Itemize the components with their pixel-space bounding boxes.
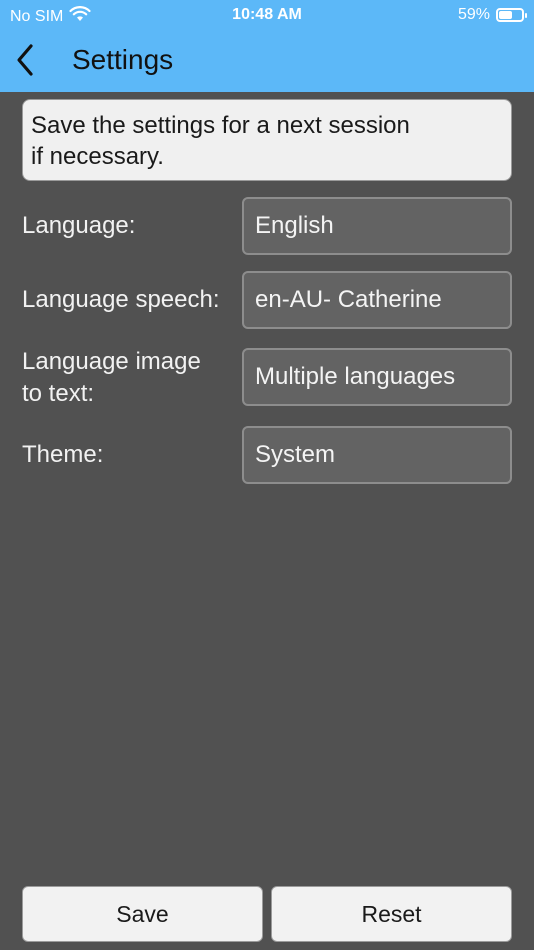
theme-label: Theme: (22, 441, 104, 468)
info-message-line-1: Save the settings for a next session (31, 112, 410, 139)
battery-percent: 59% (457, 6, 490, 23)
info-message-box: Save the settings for a next session if … (22, 99, 512, 181)
language-image-to-text-select[interactable]: Multiple languages (242, 348, 512, 406)
language-speech-label: Language speech: (22, 286, 220, 313)
language-image-to-text-label: Language image to text: (22, 346, 201, 410)
language-label: Language: (22, 212, 136, 239)
back-button[interactable] (10, 42, 40, 78)
language-image-to-text-label-line-1: Language image (22, 348, 201, 375)
info-message-line-2: if necessary. (31, 143, 164, 170)
save-button[interactable]: Save (22, 886, 263, 942)
page-title: Settings (72, 44, 174, 75)
language-image-to-text-label-line-2: to text: (22, 380, 95, 407)
status-battery: 59% (457, 6, 527, 24)
battery-fill (499, 11, 512, 19)
theme-select[interactable]: System (242, 426, 512, 484)
language-speech-select[interactable]: en-AU- Catherine (242, 271, 512, 329)
battery-icon (496, 8, 527, 22)
language-select[interactable]: English (242, 197, 512, 255)
chevron-left-icon (17, 44, 33, 76)
status-time: 10:48 AM (232, 6, 302, 23)
header-bar: No SIM 10:48 AM 59% Settings (0, 0, 534, 92)
reset-button[interactable]: Reset (271, 886, 512, 942)
